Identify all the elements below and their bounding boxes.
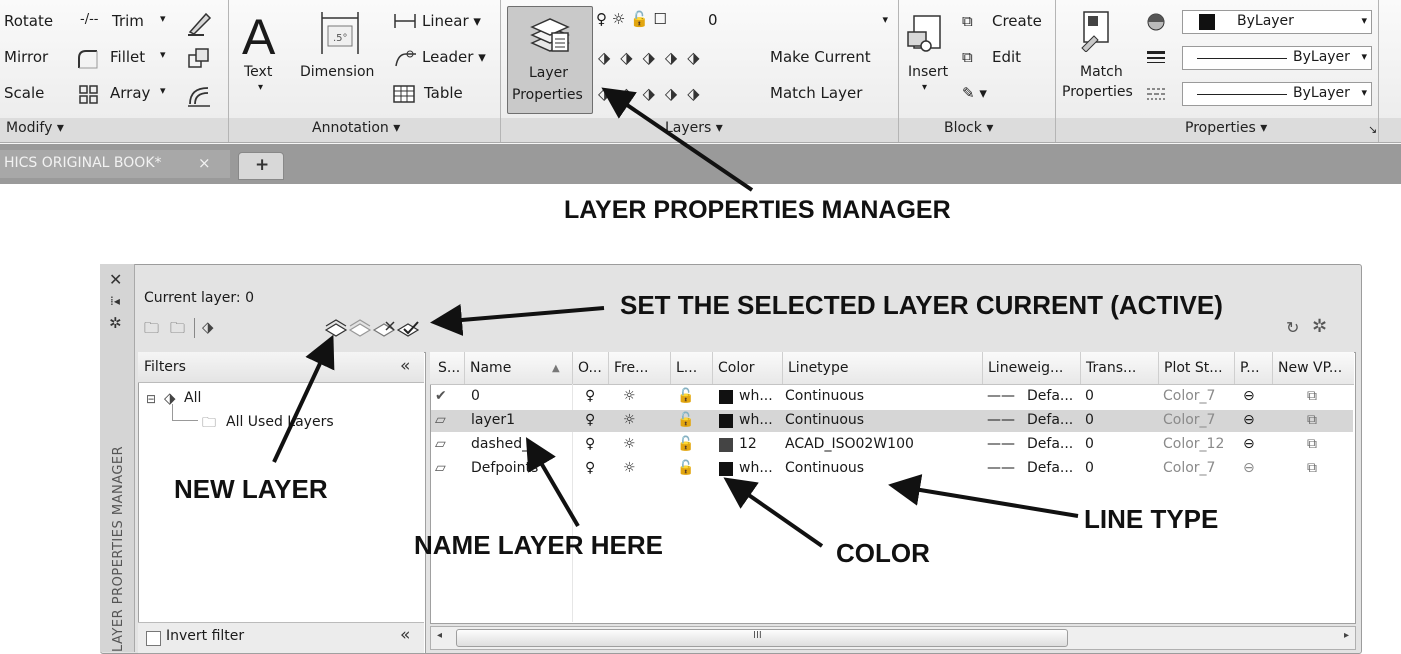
arrow-to-set-current (430, 304, 605, 336)
annotation-arrows (272, 87, 1079, 548)
arrow-to-layer-name (525, 437, 580, 528)
arrow-to-linetype (888, 474, 1079, 518)
arrow-to-layer-properties (601, 87, 754, 192)
arrow-to-color (723, 477, 824, 548)
arrow-to-new-layer (272, 334, 335, 463)
